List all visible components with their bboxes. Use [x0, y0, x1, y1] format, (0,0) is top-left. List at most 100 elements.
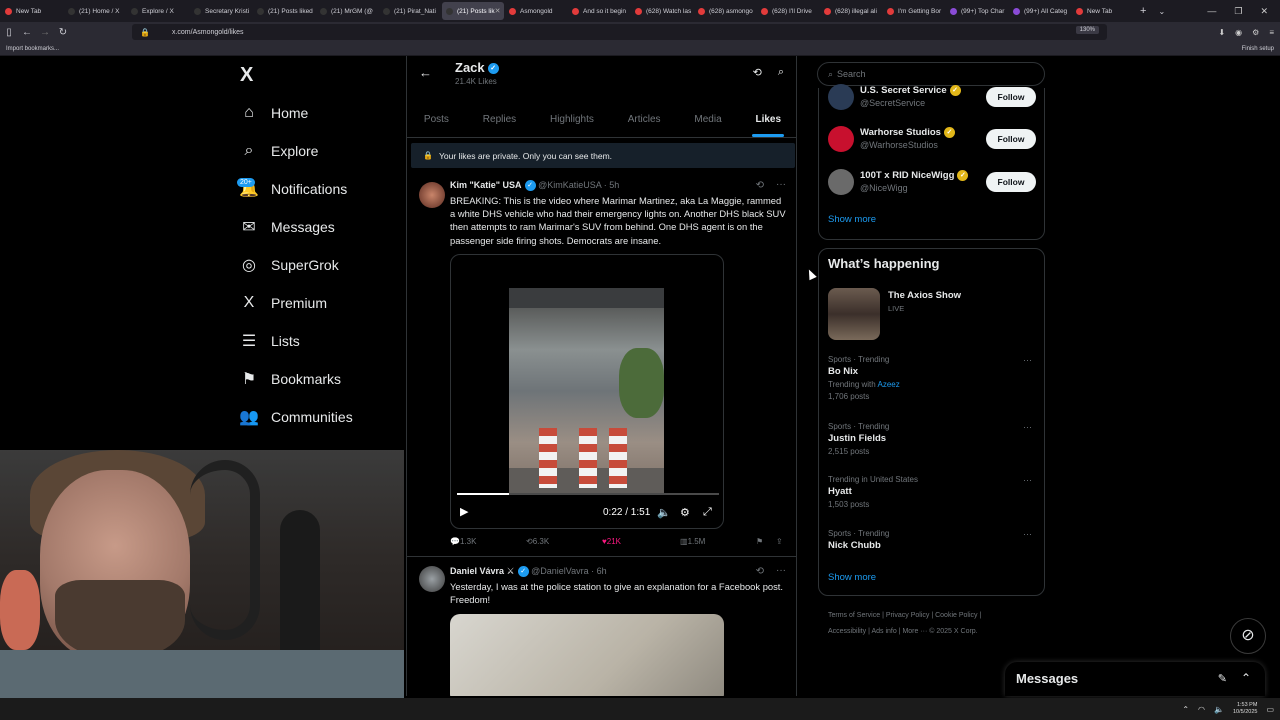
browser-tab[interactable]: And so it begin: [568, 2, 630, 20]
x-logo[interactable]: X: [240, 64, 253, 87]
browser-tab[interactable]: (21) Posts liked: [253, 2, 315, 20]
grok-icon[interactable]: ⟲: [753, 66, 762, 79]
post-image[interactable]: [450, 614, 724, 696]
nav-item-supergrok[interactable]: ◎ SuperGrok: [240, 252, 339, 278]
tab-media[interactable]: Media: [694, 108, 721, 137]
show-more-follow-link[interactable]: Show more: [828, 214, 876, 225]
post-time[interactable]: · 6h: [591, 566, 607, 576]
post-handle[interactable]: @KimKatieUSA: [538, 180, 601, 190]
settings-icon[interactable]: ⚙: [680, 506, 690, 519]
nav-item-notifications[interactable]: 🔔 Notifications: [239, 176, 347, 202]
import-bookmarks-link[interactable]: Import bookmarks...: [6, 46, 59, 52]
avatar[interactable]: [419, 566, 445, 592]
back-icon[interactable]: ←: [18, 27, 36, 38]
repost-button[interactable]: ⟲ 6.3K: [526, 537, 549, 546]
tab-replies[interactable]: Replies: [483, 108, 516, 137]
video-progress-bar[interactable]: [457, 493, 719, 495]
more-options-icon[interactable]: ···: [1023, 355, 1032, 365]
zoom-level[interactable]: 130%: [1075, 26, 1099, 34]
axios-show-thumbnail[interactable]: [828, 288, 880, 340]
sidebar-toggle-icon[interactable]: ▯: [0, 27, 18, 38]
forward-icon[interactable]: →: [36, 27, 54, 38]
download-icon[interactable]: ⬇: [1218, 28, 1225, 37]
video-player[interactable]: ▶ 0:22 / 1:51 🔈 ⚙ ⤢: [450, 254, 724, 529]
nav-item-premium[interactable]: X Premium: [240, 290, 327, 316]
nav-item-home[interactable]: ⌂ Home: [240, 100, 308, 126]
maximize-button[interactable]: ❐: [1234, 6, 1242, 17]
tab-list-chevron-icon[interactable]: ⌄: [1158, 7, 1165, 16]
browser-tab[interactable]: Secretary Kristi: [190, 2, 252, 20]
messages-dock[interactable]: Messages ✎ ⌃: [1005, 662, 1265, 696]
menu-icon[interactable]: ≡: [1269, 28, 1274, 37]
nav-item-lists[interactable]: ☰ Lists: [240, 328, 300, 354]
browser-tab[interactable]: New Tab: [1072, 2, 1134, 20]
wifi-icon[interactable]: ◠: [1198, 705, 1205, 714]
avatar[interactable]: [828, 169, 854, 195]
browser-tab[interactable]: (99+) All Categ: [1009, 2, 1071, 20]
more-options-icon[interactable]: ···: [776, 179, 786, 190]
post-time[interactable]: · 5h: [604, 180, 620, 190]
follow-button[interactable]: Follow: [986, 87, 1036, 107]
grok-post-icon[interactable]: ⟲: [756, 566, 764, 577]
more-options-icon[interactable]: ···: [1023, 475, 1032, 485]
browser-tab[interactable]: (21) Pirat_Nati: [379, 2, 441, 20]
fullscreen-icon[interactable]: ⤢: [703, 506, 712, 519]
trend-item[interactable]: Sports · Trending Nick Chubb ···: [828, 529, 1038, 551]
url-bar[interactable]: 🔒 x.com/Asmongold/likes 130%: [132, 24, 1107, 40]
more-options-icon[interactable]: ···: [776, 565, 786, 576]
nav-item-bookmarks[interactable]: ⚑ Bookmarks: [240, 366, 341, 392]
grok-post-icon[interactable]: ⟲: [756, 180, 764, 191]
browser-tab[interactable]: (628) I'll Drive: [757, 2, 819, 20]
footer-line-2[interactable]: Accessibility | Ads info | More ··· © 20…: [828, 624, 1048, 640]
post-handle[interactable]: @DanielVavra: [531, 566, 589, 576]
volume-icon[interactable]: 🔈: [1214, 705, 1224, 714]
browser-tab[interactable]: I'm Getting Bor: [883, 2, 945, 20]
browser-tab[interactable]: (628) illegal ali: [820, 2, 882, 20]
finish-setup-link[interactable]: Finish setup: [1242, 46, 1274, 52]
tab-posts[interactable]: Posts: [424, 108, 449, 137]
follow-button[interactable]: Follow: [986, 172, 1036, 192]
reply-button[interactable]: 💬 1.3K: [450, 537, 476, 546]
extensions-icon[interactable]: ⚙: [1252, 28, 1259, 37]
browser-tab[interactable]: New Tab: [1, 2, 63, 20]
avatar[interactable]: [419, 182, 445, 208]
follow-suggestion[interactable]: 100T x RID NiceWigg ✓ @NiceWigg Follow: [828, 169, 1038, 199]
reload-icon[interactable]: ↻: [54, 27, 72, 38]
browser-tab[interactable]: (21) Posts lik ✕: [442, 2, 504, 20]
trend-item[interactable]: Sports · Trending Bo Nix Trending with Aze…: [828, 355, 1038, 401]
clock[interactable]: 1:53 PM 10/5/2025: [1233, 702, 1257, 716]
grok-fab-icon[interactable]: ⊘: [1230, 618, 1266, 654]
footer-line-1[interactable]: Terms of Service | Privacy Policy | Cook…: [828, 608, 1048, 624]
browser-tab[interactable]: Explore / X: [127, 2, 189, 20]
tray-chevron-icon[interactable]: ⌃: [1182, 705, 1189, 714]
browser-tab[interactable]: (21) MrGM (@: [316, 2, 378, 20]
tab-likes[interactable]: Likes: [752, 108, 784, 137]
tab-highlights[interactable]: Highlights: [550, 108, 594, 137]
close-window-button[interactable]: ✕: [1260, 6, 1268, 17]
play-icon[interactable]: ▶: [460, 505, 468, 518]
nav-item-communities[interactable]: 👥 Communities: [239, 404, 353, 430]
browser-tab[interactable]: (99+) Top Char: [946, 2, 1008, 20]
browser-tab[interactable]: (628) asmongo: [694, 2, 756, 20]
post-author[interactable]: Kim "Katie" USA: [450, 180, 522, 190]
back-arrow-icon[interactable]: ←: [419, 65, 432, 80]
views-button[interactable]: ▥ 1.5M: [680, 537, 705, 546]
post-author[interactable]: Daniel Vávra: [450, 566, 504, 576]
close-tab-icon[interactable]: ✕: [495, 7, 501, 15]
trend-item[interactable]: Trending in United States Hyatt 1,503 post…: [828, 475, 1038, 509]
more-options-icon[interactable]: ···: [1023, 529, 1032, 539]
axios-show-title[interactable]: The Axios Show: [888, 290, 961, 301]
new-message-icon[interactable]: ✎: [1218, 672, 1227, 685]
browser-tab[interactable]: Asmongold: [505, 2, 567, 20]
notification-center-icon[interactable]: ▭: [1266, 705, 1274, 714]
bookmark-icon[interactable]: ⚑: [756, 537, 763, 546]
expand-chevron-icon[interactable]: ⌃: [1241, 671, 1251, 685]
volume-icon[interactable]: 🔈: [657, 506, 671, 519]
avatar[interactable]: [828, 126, 854, 152]
search-input[interactable]: ⌕ Search: [817, 62, 1045, 86]
trend-item[interactable]: Sports · Trending Justin Fields 2,515 post…: [828, 422, 1038, 456]
like-button[interactable]: ♥ 21K: [602, 537, 621, 546]
nav-item-messages[interactable]: ✉ Messages: [240, 214, 335, 240]
follow-suggestion[interactable]: U.S. Secret Service ✓ @SecretService Follow: [828, 84, 1038, 114]
account-icon[interactable]: ◉: [1235, 28, 1242, 37]
